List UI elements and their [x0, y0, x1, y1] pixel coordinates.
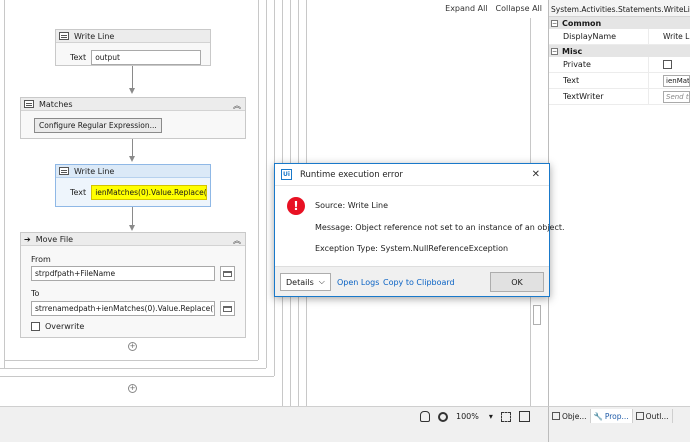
- from-label: From: [31, 255, 51, 264]
- private-checkbox[interactable]: [663, 60, 672, 69]
- dialog-title: Runtime execution error: [300, 169, 403, 180]
- tab-properties[interactable]: 🔧 Prop...: [590, 409, 633, 423]
- object-browser-icon: [552, 412, 560, 420]
- properties-panel: System.Activities.Statements.WriteLine −…: [548, 0, 690, 406]
- dialog-footer: Details ⌵ Open Logs Copy to Clipboard OK: [275, 266, 549, 296]
- to-input[interactable]: strrenamedpath+ienMatches(0).Value.Repla…: [31, 301, 215, 316]
- property-row-textwriter[interactable]: TextWriter Send th: [549, 89, 690, 105]
- text-label: Text: [70, 53, 87, 62]
- properties-title: System.Activities.Statements.WriteLine: [549, 0, 690, 17]
- matches-icon: [24, 100, 34, 108]
- folder-icon[interactable]: [220, 301, 235, 316]
- fit-to-screen-icon[interactable]: [500, 411, 511, 422]
- connector-line: [132, 207, 133, 225]
- connector-line: [132, 139, 133, 156]
- to-label: To: [31, 289, 40, 298]
- write-line-activity-2[interactable]: Write Line Text ienMatches(0).Value.Repl…: [55, 164, 211, 207]
- configure-regex-button[interactable]: Configure Regular Expression...: [34, 118, 162, 133]
- property-row-private[interactable]: Private: [549, 57, 690, 73]
- connector-arrow: [129, 156, 135, 162]
- overwrite-checkbox[interactable]: [31, 322, 40, 331]
- runtime-error-dialog: Ui Runtime execution error ✕ ! Source: W…: [274, 163, 565, 297]
- zoom-select[interactable]: 100% ▾: [456, 412, 493, 421]
- error-source: Source: Write Line: [315, 201, 389, 210]
- write-line-activity-1[interactable]: Write Line Text output: [55, 29, 211, 66]
- collapse-chevron-icon[interactable]: ︽: [233, 235, 241, 246]
- matches-activity[interactable]: Matches ︽ Configure Regular Expression..…: [20, 97, 246, 139]
- wrench-icon: 🔧: [593, 411, 603, 421]
- activity-title: Matches: [39, 99, 73, 109]
- details-button[interactable]: Details ⌵: [280, 273, 331, 291]
- designer-status-bar: 100% ▾: [0, 406, 548, 442]
- collapse-all-link[interactable]: Collapse All: [496, 4, 542, 13]
- outline-icon: [635, 412, 644, 420]
- write-line-icon: [59, 167, 69, 175]
- chevron-down-icon: ▾: [488, 412, 493, 421]
- move-file-arrow-icon: ➔: [24, 234, 31, 244]
- connector-line: [132, 66, 133, 88]
- category-common[interactable]: − Common: [549, 17, 690, 29]
- overview-icon[interactable]: [518, 411, 530, 422]
- ok-button[interactable]: OK: [490, 272, 544, 292]
- panel-tabs: Obje... 🔧 Prop... Outl...: [548, 406, 690, 442]
- activity-title: Write Line: [74, 31, 115, 41]
- expand-collapse-bar: Expand All Collapse All: [445, 4, 542, 13]
- add-activity-plus-icon[interactable]: +: [128, 384, 137, 393]
- uipath-logo-icon: Ui: [281, 169, 292, 180]
- error-exception-type: Exception Type: System.NullReferenceExce…: [315, 244, 509, 253]
- outer-frame-bottom: [0, 368, 266, 369]
- text-property-input[interactable]: ienMat: [663, 74, 690, 87]
- outer-frame-bottom-2: [0, 376, 274, 377]
- text-input[interactable]: output: [91, 50, 202, 65]
- property-row-text[interactable]: Text ienMat: [549, 73, 690, 89]
- copy-to-clipboard-link[interactable]: Copy to Clipboard: [383, 278, 455, 287]
- activity-title: Move File: [35, 234, 74, 244]
- text-label: Text: [70, 188, 87, 197]
- collapse-minus-icon[interactable]: −: [551, 19, 558, 27]
- tab-outline[interactable]: Outl...: [633, 409, 673, 423]
- close-icon[interactable]: ✕: [532, 169, 540, 180]
- add-activity-plus-icon[interactable]: +: [128, 342, 137, 351]
- tab-object-browser[interactable]: Obje...: [549, 409, 591, 423]
- error-message: Message: Object reference not set to an …: [315, 223, 565, 232]
- category-misc[interactable]: − Misc: [549, 45, 690, 57]
- property-row-displayname[interactable]: DisplayName Write Li: [549, 29, 690, 45]
- sequence-frame-right: [258, 0, 259, 360]
- activity-title: Write Line: [74, 166, 115, 176]
- chevron-down-icon: ⌵: [318, 277, 325, 286]
- from-input[interactable]: strpdfpath+FileName: [31, 266, 215, 281]
- write-line-icon: [59, 32, 69, 40]
- overwrite-label: Overwrite: [45, 322, 85, 331]
- dialog-titlebar: Ui Runtime execution error: [275, 164, 549, 186]
- collapse-chevron-icon[interactable]: ︽: [233, 100, 241, 111]
- sequence-frame-left: [4, 0, 5, 368]
- collapse-minus-icon[interactable]: −: [551, 47, 558, 55]
- vertical-scrollbar-thumb[interactable]: [533, 305, 541, 325]
- connector-arrow: [129, 225, 135, 231]
- pan-hand-icon[interactable]: [420, 411, 430, 422]
- expand-all-link[interactable]: Expand All: [445, 4, 487, 13]
- move-file-activity[interactable]: ➔ Move File ︽ From strpdfpath+FileName T…: [20, 232, 246, 338]
- connector-arrow: [129, 88, 135, 94]
- error-icon: !: [287, 197, 305, 215]
- textwriter-property-input[interactable]: Send th: [663, 90, 690, 103]
- folder-icon[interactable]: [220, 266, 235, 281]
- text-input[interactable]: ienMatches(0).Value.Replace(: [91, 185, 208, 200]
- zoom-icon[interactable]: [438, 411, 448, 422]
- open-logs-link[interactable]: Open Logs: [337, 278, 379, 287]
- sequence-frame-bottom: [4, 360, 258, 361]
- outer-frame-right-1: [266, 0, 267, 368]
